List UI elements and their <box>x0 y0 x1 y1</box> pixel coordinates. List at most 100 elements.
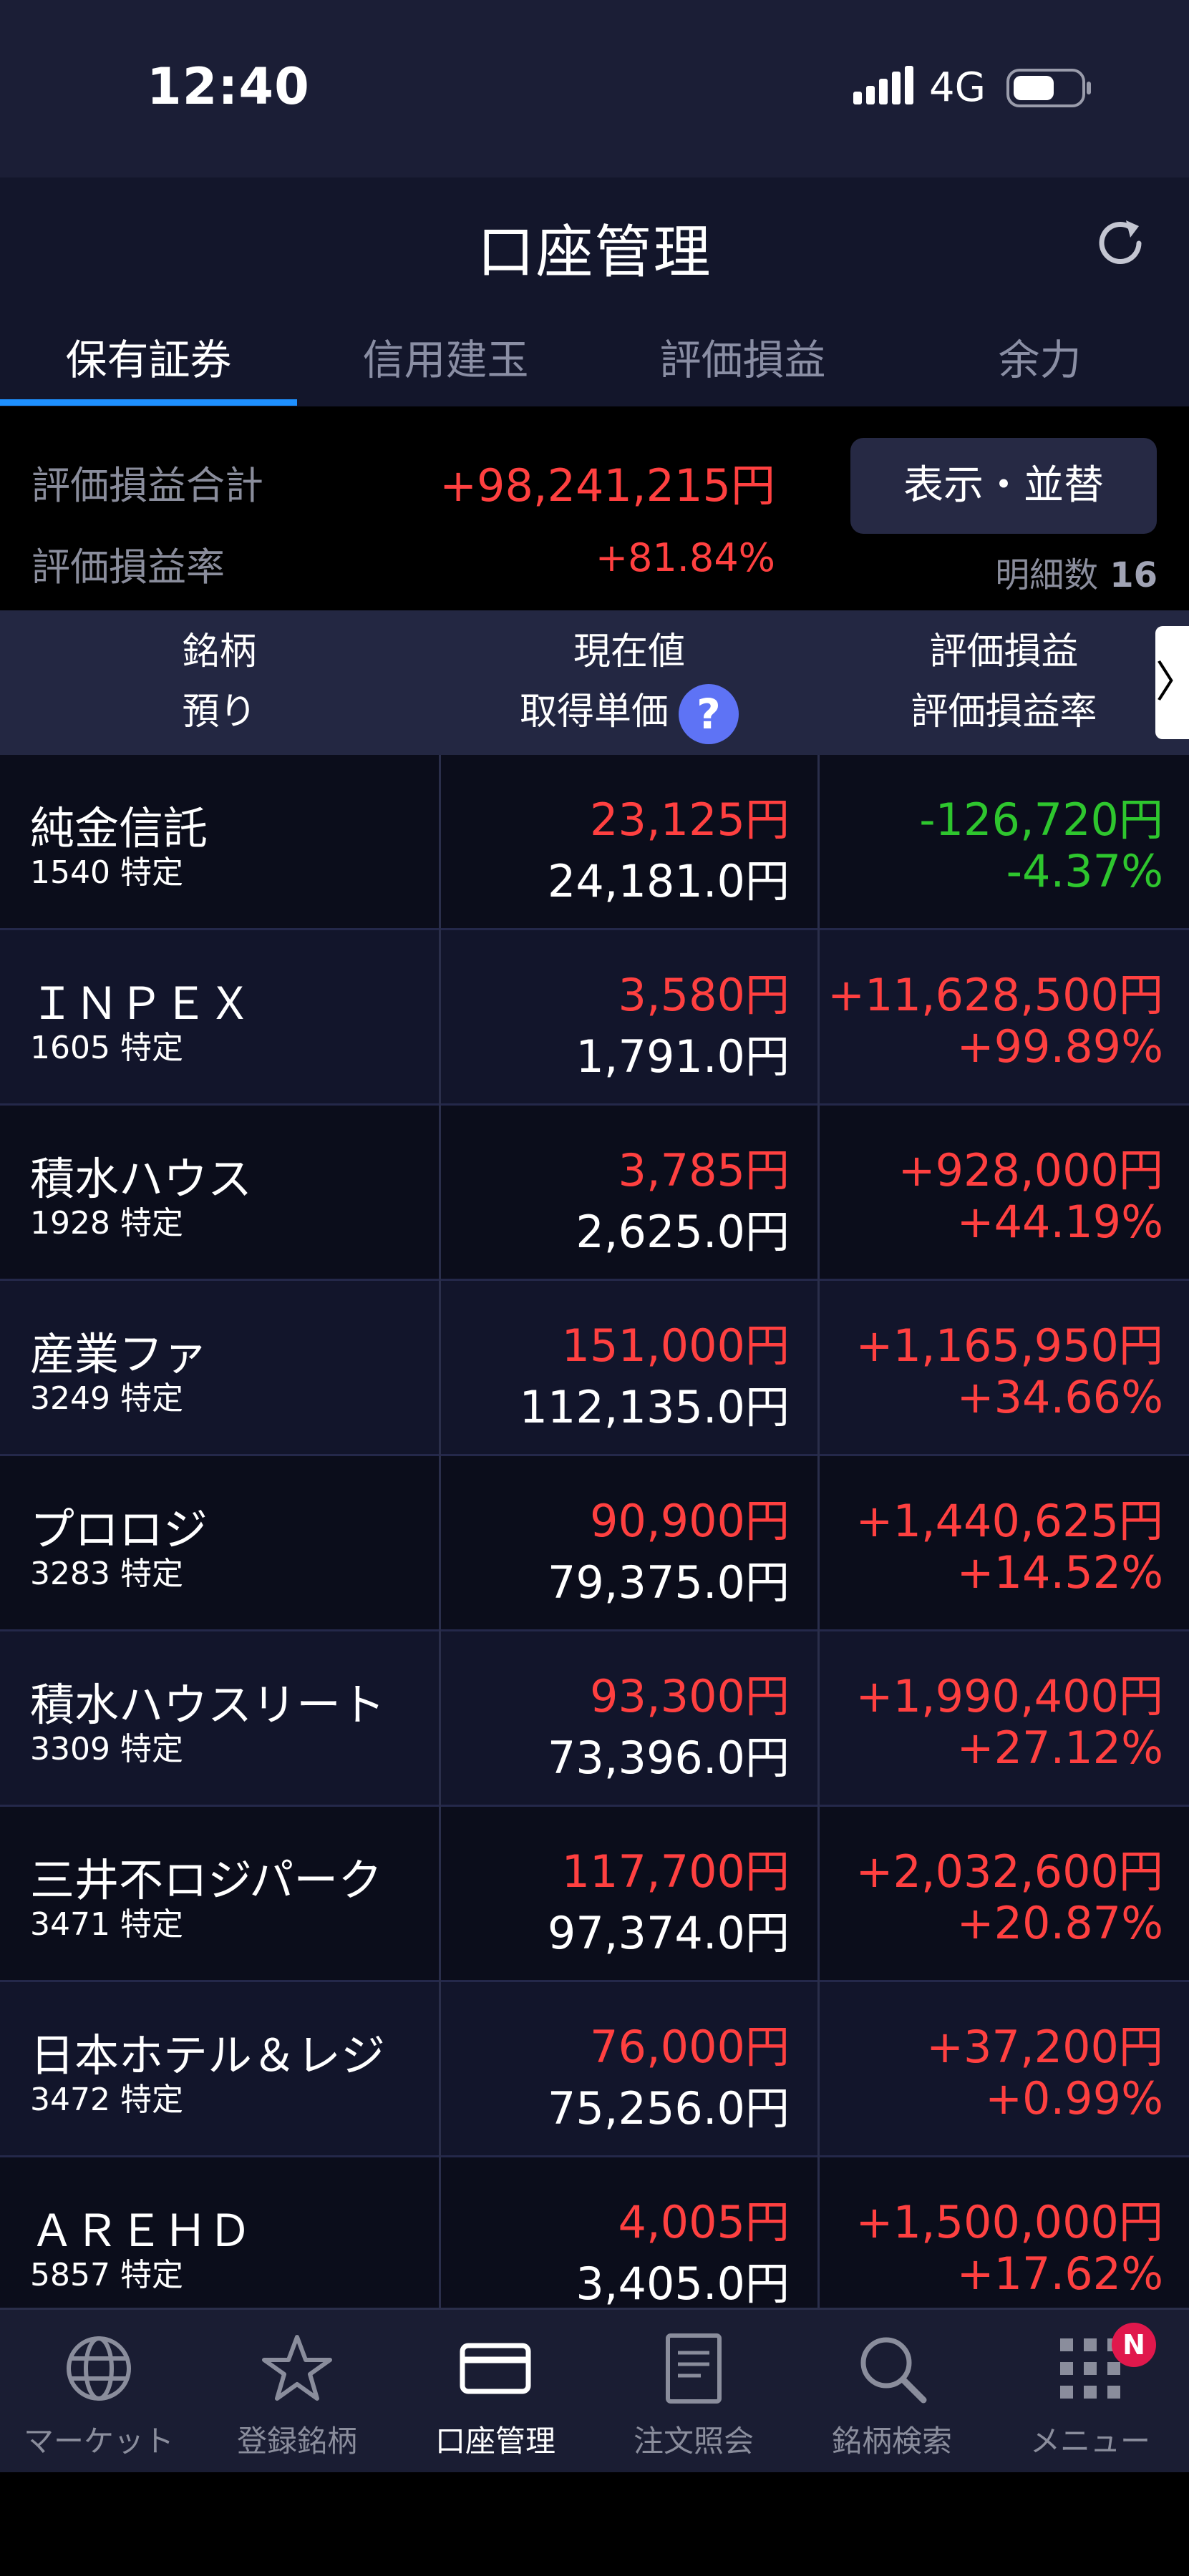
nav-search[interactable]: 銘柄検索 <box>793 2310 991 2474</box>
unrealized-pl: +2,032,600円 <box>855 1845 1164 1898</box>
current-price: 93,300円 <box>590 1670 790 1722</box>
scroll-right-arrow-icon[interactable]: 〉 <box>1155 626 1189 739</box>
col-header-pl: 評価損益 評価損益率 <box>820 622 1188 742</box>
unrealized-pl: +1,165,950円 <box>855 1319 1164 1372</box>
col-header-pl-line1: 評価損益 <box>929 630 1079 673</box>
nav-menu[interactable]: N メニュー <box>991 2310 1189 2474</box>
pl-rate-value: +81.84% <box>595 535 775 580</box>
pl-rate-label: 評価損益率 <box>31 545 225 590</box>
current-price: 90,900円 <box>590 1495 790 1547</box>
table-row[interactable]: ＡＲＥＨＤ 5857 特定 4,005円 3,405.0円 +1,500,000… <box>0 2157 1189 2308</box>
current-price: 117,700円 <box>561 1845 790 1898</box>
globe-icon <box>67 2336 131 2401</box>
unrealized-pl: +1,990,400円 <box>855 1670 1164 1722</box>
tab-margin-positions[interactable]: 信用建玉 <box>297 328 594 406</box>
nav-orders[interactable]: 注文照会 <box>595 2310 792 2474</box>
notification-badge: N <box>1112 2323 1156 2367</box>
col-header-price-line2: 取得単価 <box>519 691 669 733</box>
column-divider <box>439 755 441 2308</box>
refresh-icon[interactable] <box>1092 215 1149 272</box>
table-row[interactable]: プロロジ 3283 特定 90,900円 79,375.0円 +1,440,62… <box>0 1456 1189 1631</box>
holding-code: 1540 特定 <box>30 854 183 891</box>
table-row[interactable]: 日本ホテル＆レジ 3472 特定 76,000円 75,256.0円 +37,2… <box>0 1982 1189 2157</box>
item-count-value: 16 <box>1110 555 1158 595</box>
battery-icon <box>1006 69 1091 107</box>
tab-buying-power[interactable]: 余力 <box>891 328 1188 406</box>
table-row[interactable]: 三井不ロジパーク 3471 特定 117,700円 97,374.0円 +2,0… <box>0 1807 1189 1982</box>
unrealized-pl: +1,500,000円 <box>855 2196 1164 2248</box>
tab-holdings[interactable]: 保有証券 <box>0 328 297 406</box>
current-price: 3,785円 <box>618 1144 790 1196</box>
unrealized-pl-rate: +17.62% <box>956 2248 1163 2300</box>
nav-label: メニュー <box>1029 2424 1150 2459</box>
nav-watchlist[interactable]: 登録銘柄 <box>198 2310 396 2474</box>
search-icon <box>860 2337 927 2404</box>
page-title: 口座管理 <box>477 219 712 286</box>
acquisition-cost: 2,625.0円 <box>576 1206 790 1258</box>
nav-label: 口座管理 <box>435 2424 555 2459</box>
column-divider <box>817 755 820 2308</box>
nav-label: 銘柄検索 <box>831 2424 952 2459</box>
signal-icon <box>853 66 913 104</box>
network-type: 4G <box>929 64 986 111</box>
unrealized-pl-rate: +0.99% <box>985 2072 1163 2124</box>
nav-label: 注文照会 <box>633 2424 754 2459</box>
holding-code: 1928 特定 <box>30 1205 183 1241</box>
holding-code: 3249 特定 <box>30 1380 183 1417</box>
unrealized-pl: -126,720円 <box>919 794 1163 846</box>
acquisition-cost: 75,256.0円 <box>547 2082 790 2135</box>
acquisition-cost: 79,375.0円 <box>547 1556 790 1609</box>
star-icon <box>262 2335 332 2401</box>
col-header-name: 銘柄 預り <box>0 622 439 742</box>
col-header-name-line1: 銘柄 <box>182 630 257 673</box>
table-row[interactable]: 積水ハウス 1928 特定 3,785円 2,625.0円 +928,000円 … <box>0 1106 1189 1281</box>
pl-summary: 評価損益合計 +98,241,215円 評価損益率 +81.84% 表示・並替 … <box>0 406 1189 610</box>
status-time: 12:40 <box>147 57 310 116</box>
table-row[interactable]: 積水ハウスリート 3309 特定 93,300円 73,396.0円 +1,99… <box>0 1631 1189 1807</box>
total-pl-label: 評価損益合計 <box>31 463 263 508</box>
display-sort-button[interactable]: 表示・並替 <box>850 438 1157 534</box>
unrealized-pl-rate: +14.52% <box>956 1546 1163 1599</box>
status-bar: 12:40 4G <box>0 0 1189 177</box>
table-row[interactable]: 産業ファ 3249 特定 151,000円 112,135.0円 +1,165,… <box>0 1281 1189 1456</box>
unrealized-pl-rate: +27.12% <box>956 1722 1163 1774</box>
unrealized-pl: +1,440,625円 <box>855 1495 1164 1547</box>
table-row[interactable]: 純金信託 1540 特定 23,125円 24,181.0円 -126,720円… <box>0 755 1189 930</box>
col-header-name-line2: 預り <box>182 691 257 733</box>
col-header-price: 現在値 取得単価? <box>441 622 817 744</box>
help-icon[interactable]: ? <box>679 684 739 744</box>
acquisition-cost: 1,791.0円 <box>576 1030 790 1083</box>
item-count-label: 明細数 <box>995 555 1099 595</box>
col-header-pl-line2: 評価損益率 <box>911 691 1097 733</box>
app-header: 口座管理 保有証券 信用建玉 評価損益 余力 <box>0 177 1189 406</box>
acquisition-cost: 3,405.0円 <box>576 2258 790 2308</box>
unrealized-pl-rate: -4.37% <box>1006 845 1163 897</box>
acquisition-cost: 24,181.0円 <box>547 855 790 907</box>
nav-label: 登録銘柄 <box>236 2424 357 2459</box>
document-icon <box>666 2333 722 2404</box>
home-indicator-area <box>0 2472 1189 2576</box>
unrealized-pl-rate: +34.66% <box>956 1371 1163 1423</box>
acquisition-cost: 97,374.0円 <box>547 1907 790 1959</box>
tab-bar: 保有証券 信用建玉 評価損益 余力 <box>0 328 1189 406</box>
unrealized-pl: +928,000円 <box>898 1144 1163 1196</box>
item-count: 明細数 16 <box>995 547 1158 597</box>
table-row[interactable]: ＩＮＰＥＸ 1605 特定 3,580円 1,791.0円 +11,628,50… <box>0 930 1189 1106</box>
holding-code: 3283 特定 <box>30 1556 183 1592</box>
current-price: 76,000円 <box>590 2021 790 2073</box>
active-tab-indicator <box>0 399 297 406</box>
current-price: 23,125円 <box>590 794 790 846</box>
nav-market[interactable]: マーケット <box>0 2310 198 2474</box>
unrealized-pl-rate: +20.87% <box>956 1897 1163 1949</box>
table-header: 銘柄 預り 現在値 取得単価? 評価損益 評価損益率 〉 <box>0 610 1189 755</box>
tab-unrealized-pl[interactable]: 評価損益 <box>594 328 891 406</box>
nav-account[interactable]: 口座管理 <box>397 2310 594 2474</box>
unrealized-pl: +11,628,500円 <box>828 969 1163 1021</box>
unrealized-pl: +37,200円 <box>926 2021 1163 2073</box>
current-price: 4,005円 <box>618 2196 790 2248</box>
col-header-price-line1: 現在値 <box>573 630 685 673</box>
holding-code: 3309 特定 <box>30 1731 183 1767</box>
holding-code: 1605 特定 <box>30 1030 183 1066</box>
holding-code: 5857 特定 <box>30 2257 183 2293</box>
bottom-nav: マーケット 登録銘柄 口座管理 注文照会 銘柄検索 N メニュー <box>0 2308 1189 2474</box>
